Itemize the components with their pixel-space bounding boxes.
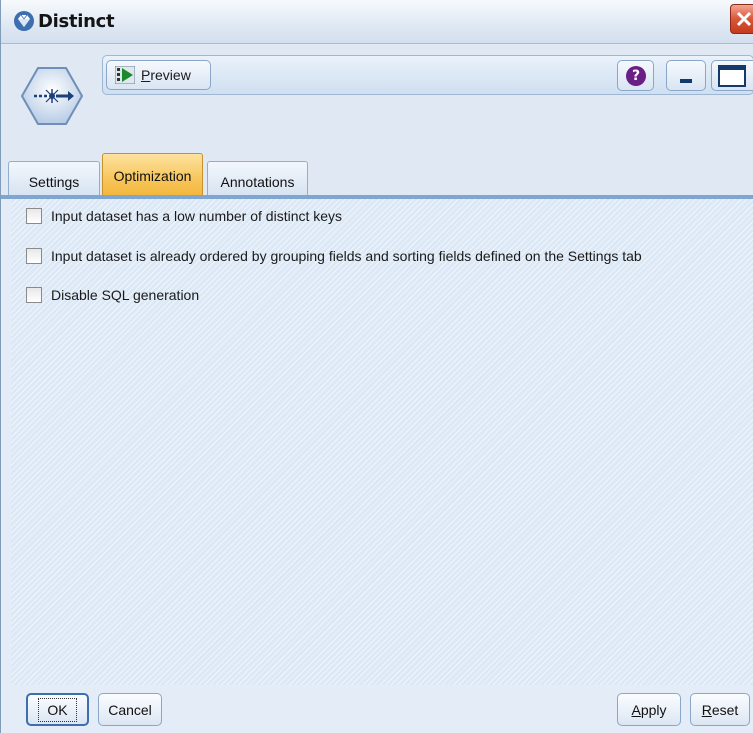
option-label: Input dataset has a low number of distin…: [51, 208, 343, 224]
option-already-ordered[interactable]: Input dataset is already ordered by grou…: [26, 248, 642, 264]
cancel-label: Cancel: [108, 701, 152, 718]
preview-label: Preview: [141, 67, 191, 83]
preview-button[interactable]: Preview: [106, 60, 211, 90]
reset-mnemonic: R: [701, 701, 712, 718]
option-label: Disable SQL generation: [51, 287, 200, 303]
maximize-icon: [718, 65, 746, 87]
already-ordered-checkbox[interactable]: [26, 248, 42, 264]
tab-label: Annotations: [220, 174, 295, 190]
distinct-node-icon: [20, 67, 84, 125]
optimization-panel: Input dataset has a low number of distin…: [11, 199, 753, 685]
close-icon: [736, 11, 752, 27]
reset-label: Reset: [702, 702, 739, 718]
tab-annotations[interactable]: Annotations: [207, 161, 308, 196]
apply-label-rest: pply: [640, 701, 667, 718]
diamond-gem-icon: [14, 11, 34, 31]
preview-play-icon: [115, 66, 135, 84]
toolbar: Preview ?: [102, 55, 753, 95]
tab-label: Optimization: [113, 167, 192, 184]
apply-mnemonic: A: [631, 701, 641, 718]
ok-label: OK: [38, 697, 77, 722]
dialog-window: Distinct Preview ? Settings Optimization…: [0, 0, 753, 733]
option-low-distinct-keys[interactable]: Input dataset has a low number of distin…: [26, 208, 342, 224]
low-distinct-keys-checkbox[interactable]: [26, 208, 42, 224]
tab-label: Settings: [28, 174, 80, 190]
window-title: Distinct: [38, 11, 115, 32]
preview-label-rest: review: [150, 67, 191, 83]
disable-sql-checkbox[interactable]: [26, 287, 42, 303]
apply-button[interactable]: Apply: [617, 693, 681, 726]
option-disable-sql[interactable]: Disable SQL generation: [26, 287, 199, 303]
apply-label: Apply: [631, 702, 666, 718]
help-icon: ?: [626, 66, 646, 86]
toolbar-area: Preview ?: [1, 45, 753, 150]
help-button[interactable]: ?: [617, 60, 654, 91]
preview-mnemonic: P: [141, 67, 151, 83]
close-button[interactable]: [730, 4, 753, 34]
maximize-button[interactable]: [711, 60, 753, 91]
tab-optimization[interactable]: Optimization: [102, 153, 203, 197]
tab-bar: Settings Optimization Annotations: [1, 150, 753, 197]
title-bar: Distinct: [1, 0, 753, 44]
ok-button[interactable]: OK: [26, 693, 89, 726]
tab-settings[interactable]: Settings: [8, 161, 100, 196]
option-label: Input dataset is already ordered by grou…: [51, 248, 642, 264]
reset-button[interactable]: Reset: [690, 693, 750, 726]
minimize-icon: [680, 79, 692, 83]
cancel-button[interactable]: Cancel: [98, 693, 162, 726]
minimize-button[interactable]: [666, 60, 706, 91]
reset-label-rest: eset: [711, 701, 739, 718]
